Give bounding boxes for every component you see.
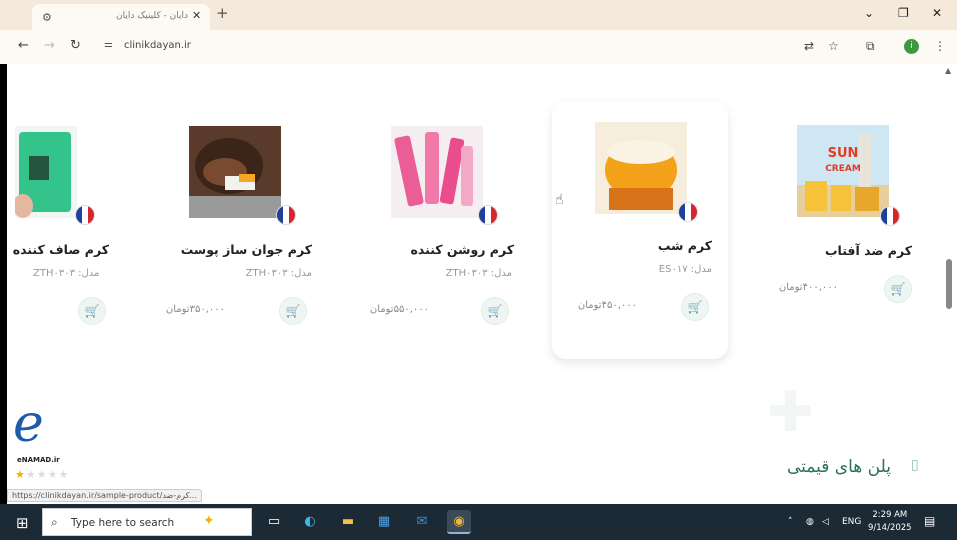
tab-favicon-icon: ⚙: [42, 11, 52, 24]
close-window-icon[interactable]: ✕: [932, 6, 942, 20]
enamad-badge[interactable]: e eNAMAD.ir: [7, 394, 93, 474]
search-highlight-icon: ✦: [203, 513, 215, 529]
product-card[interactable]: کرم روشن کننده مدل: ZTH۰۳۰۳ ۵۵۰,۰۰۰تومان…: [352, 104, 515, 344]
scrollbar-thumb[interactable]: [946, 259, 952, 309]
back-icon[interactable]: ←: [18, 38, 29, 53]
profile-avatar[interactable]: i: [904, 39, 919, 54]
product-price: ۳۵۰,۰۰۰تومان: [165, 304, 225, 315]
product-image[interactable]: [15, 126, 77, 218]
tab-title: دایان - کلینیک دایان: [115, 11, 188, 21]
chrome-icon[interactable]: ◉: [447, 510, 471, 534]
plus-decoration: ✚: [767, 380, 814, 445]
reload-icon[interactable]: ↻: [70, 38, 81, 53]
translate-icon[interactable]: ⇄: [804, 39, 814, 53]
language-indicator[interactable]: ENG: [842, 517, 861, 527]
store-icon[interactable]: ▦: [372, 510, 396, 534]
add-to-cart-button[interactable]: 🛒: [481, 297, 509, 325]
task-view-icon[interactable]: ▭: [262, 510, 286, 534]
site-info-icon[interactable]: ⚌: [104, 39, 113, 50]
file-explorer-icon[interactable]: ▬: [336, 510, 360, 534]
product-card[interactable]: کرم جوان ساز پوست مدل: ZTH۰۳۰۳ ۳۵۰,۰۰۰تو…: [152, 104, 312, 344]
france-flag-icon: [478, 205, 498, 225]
product-image[interactable]: SUN CREAM: [797, 125, 889, 217]
volume-icon[interactable]: ◁: [822, 517, 829, 527]
product-model: مدل: ZTH۰۳۰۳: [445, 268, 512, 279]
notifications-icon[interactable]: ▤: [924, 514, 935, 528]
product-card[interactable]: SUN CREAM کرم ضد آفتاب ۴۰۰,۰۰۰تومان 🛒: [752, 104, 912, 344]
add-to-cart-button[interactable]: 🛒: [884, 275, 912, 303]
product-name[interactable]: کرم روشن کننده: [411, 242, 515, 257]
svg-text:SUN: SUN: [828, 146, 859, 161]
scroll-up-icon[interactable]: ▲: [945, 66, 951, 75]
price-plans-icon: ▯: [911, 457, 919, 473]
taskbar: ⊞ ⌕ Type here to search ✦ ▭ ◐ ▬ ▦ ✉ ◉ ˄ …: [0, 504, 957, 540]
svg-text:CREAM: CREAM: [825, 164, 861, 174]
enamad-logo-icon: e: [13, 394, 44, 454]
page-viewport: SUN CREAM کرم ضد آفتاب ۴۰۰,۰۰۰تومان 🛒 کر…: [7, 64, 957, 504]
bookmark-star-icon[interactable]: ☆: [828, 39, 839, 53]
network-icon[interactable]: ◍: [806, 517, 814, 527]
windows-start-icon[interactable]: ⊞: [16, 514, 29, 532]
product-model: مدل: ES۰۱۷: [658, 264, 712, 275]
product-name[interactable]: کرم جوان ساز پوست: [181, 242, 312, 257]
product-image[interactable]: [391, 126, 483, 218]
enamad-label: eNAMAD.ir: [17, 456, 60, 464]
product-model: مدل: ZTH۰۳۰۳: [245, 268, 312, 279]
restore-window-icon[interactable]: ❐: [898, 6, 909, 20]
tab-strip: ⚙ دایان - کلینیک دایان ✕ + ⌄ ❐ ✕: [0, 0, 957, 30]
product-image[interactable]: [595, 122, 687, 214]
add-to-cart-button[interactable]: 🛒: [279, 297, 307, 325]
product-name[interactable]: کرم شب: [658, 238, 712, 253]
france-flag-icon: [75, 205, 95, 225]
clock[interactable]: 2:29 AM 9/14/2025: [868, 509, 912, 535]
clock-time: 2:29 AM: [872, 510, 908, 520]
tab-search-icon[interactable]: ⌄: [864, 6, 874, 20]
clock-date: 9/14/2025: [868, 523, 912, 533]
tray-overflow-icon[interactable]: ˄: [788, 517, 793, 527]
enamad-star-rating: ★★★★★: [15, 468, 70, 481]
address-bar[interactable]: ⚌ clinikdayan.ir: [96, 34, 796, 59]
product-price: ۵۵۰,۰۰۰تومان: [369, 304, 429, 315]
forward-icon[interactable]: →: [44, 38, 55, 53]
address-text[interactable]: clinikdayan.ir: [124, 40, 191, 51]
france-flag-icon: [678, 202, 698, 222]
browser-tab[interactable]: ⚙ دایان - کلینیک دایان ✕: [32, 4, 210, 30]
product-price: ۴۰۰,۰۰۰تومان: [778, 282, 838, 293]
product-name[interactable]: کرم صاف کننده پ: [13, 242, 109, 257]
status-bar-url: https://clinikdayan.ir/sample-product/کر…: [7, 489, 203, 502]
france-flag-icon: [276, 205, 296, 225]
section-title: پلن های قیمتی: [787, 457, 891, 477]
product-card[interactable]: کرم صاف کننده پ مدل: ZTH۰۳۰۳ 🛒: [7, 104, 109, 344]
hand-cursor-icon: ☝: [555, 192, 564, 208]
product-image[interactable]: [189, 126, 281, 218]
product-price: ۴۵۰,۰۰۰تومان: [577, 300, 637, 311]
search-icon: ⌕: [51, 515, 58, 529]
menu-kebab-icon[interactable]: ⋮: [934, 39, 946, 53]
add-to-cart-button[interactable]: 🛒: [681, 293, 709, 321]
france-flag-icon: [880, 206, 900, 226]
mail-icon[interactable]: ✉: [410, 510, 434, 534]
add-to-cart-button[interactable]: 🛒: [78, 297, 106, 325]
product-card[interactable]: کرم شب مدل: ES۰۱۷ ۴۵۰,۰۰۰تومان 🛒: [552, 104, 712, 344]
product-name[interactable]: کرم ضد آفتاب: [825, 243, 912, 258]
new-tab-icon[interactable]: +: [216, 4, 229, 22]
browser-toolbar: ← → ↻ ⚌ clinikdayan.ir ⇄ ☆ ⧉ ⋮: [0, 30, 957, 64]
product-model: مدل: ZTH۰۳۰۳: [33, 268, 100, 279]
tab-close-icon[interactable]: ✕: [192, 9, 201, 22]
extensions-icon[interactable]: ⧉: [866, 39, 875, 54]
search-placeholder[interactable]: Type here to search: [71, 517, 174, 529]
edge-icon[interactable]: ◐: [298, 510, 322, 534]
taskbar-search-box[interactable]: ⌕ Type here to search ✦: [42, 508, 252, 536]
